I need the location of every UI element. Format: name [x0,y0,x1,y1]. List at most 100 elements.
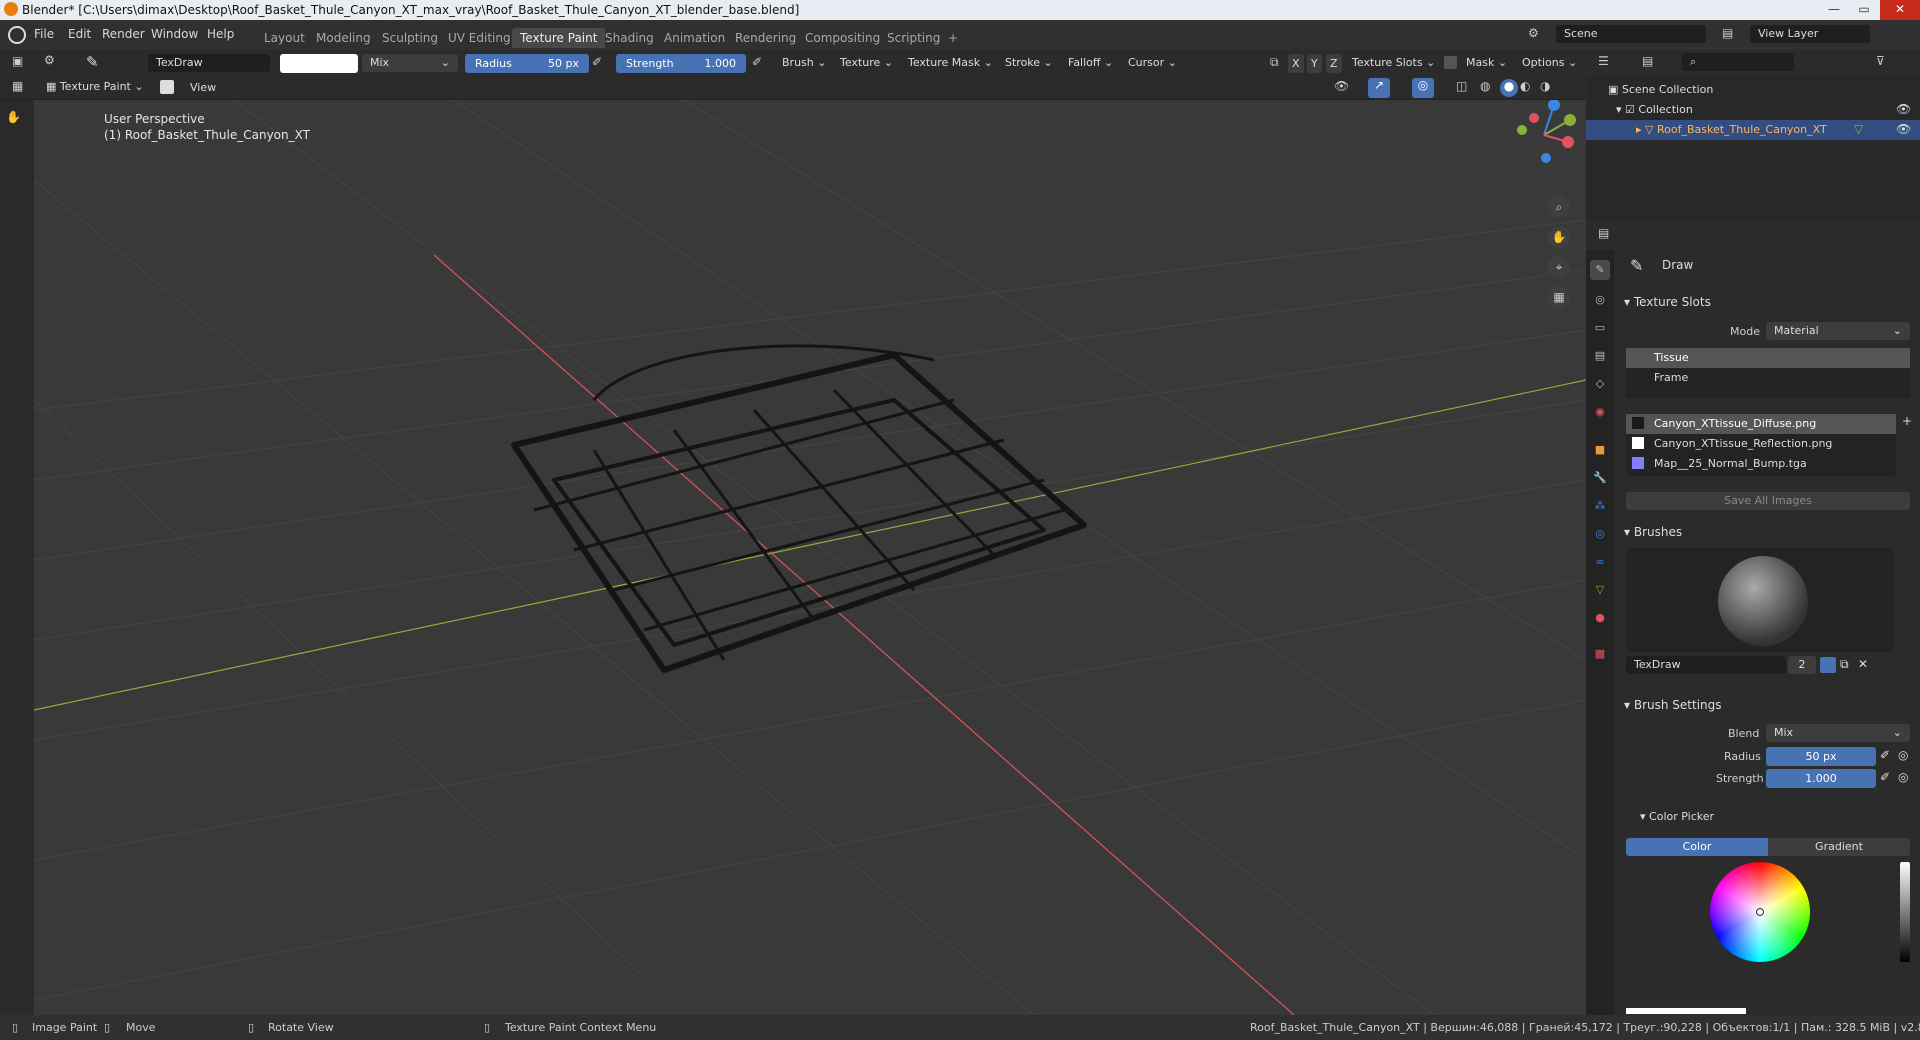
xray-icon[interactable]: ◫ [1456,79,1474,97]
mirror-x-toggle[interactable]: X [1288,54,1304,73]
tab-texture-icon[interactable]: ▩ [1590,644,1610,664]
tab-compositing[interactable]: Compositing [797,28,888,48]
radius-pressure-icon[interactable]: ✐ [1880,748,1890,762]
brush-users-count[interactable]: 2 [1788,656,1816,674]
pressure-strength-icon[interactable]: ✐ [752,55,768,72]
color-picker-panel-header[interactable]: ▾ Color Picker [1640,810,1714,823]
outliner-search-input[interactable]: ⌕ [1682,53,1794,71]
stroke-menu[interactable]: Stroke ⌄ [1005,56,1053,69]
blend-dropdown[interactable]: Mix ⌄ [1766,724,1910,742]
add-workspace-button[interactable]: + [940,28,966,48]
ortho-toggle-icon[interactable]: ▦ [1548,286,1570,308]
display-mode-icon[interactable]: ▤ [1642,54,1653,68]
gizmo-neg-y-dot[interactable] [1517,125,1527,135]
properties-editor-icon[interactable]: ▤ [1598,226,1609,240]
image-item[interactable]: Canyon_XTtissue_Diffuse.png [1626,414,1896,434]
falloff-menu[interactable]: Falloff ⌄ [1068,56,1113,69]
solid-shading-icon[interactable]: ● [1500,79,1518,97]
blend-mode-dropdown[interactable]: Mix ⌄ [362,54,458,72]
3d-viewport[interactable]: User Perspective (1) Roof_Basket_Thule_C… [34,100,1586,1015]
tab-animation[interactable]: Animation [656,28,733,48]
texture-menu[interactable]: Texture ⌄ [840,56,893,69]
texture-mask-menu[interactable]: Texture Mask ⌄ [908,56,993,69]
gizmo-x-dot[interactable] [1562,136,1574,148]
outliner-scene-collection[interactable]: ▣ Scene Collection [1586,80,1920,100]
brushes-panel-header[interactable]: ▾ Brushes [1624,525,1682,539]
radius-unit-icon[interactable]: ◎ [1898,748,1908,762]
tab-texture-paint[interactable]: Texture Paint [512,28,606,48]
brush-menu[interactable]: Brush ⌄ [782,56,826,69]
image-item[interactable]: Canyon_XTtissue_Reflection.png [1626,434,1896,454]
value-slider[interactable] [1900,862,1910,962]
menu-render[interactable]: Render [102,27,145,41]
tab-physics-icon[interactable]: ◎ [1590,524,1610,544]
save-all-images-button[interactable]: Save All Images [1626,492,1910,510]
tab-particles-icon[interactable]: ⁂ [1590,496,1610,516]
fake-user-icon[interactable] [1820,657,1836,673]
outliner-collection[interactable]: ▾ ☑ Collection [1586,100,1920,120]
tab-object-icon[interactable]: ■ [1590,440,1610,460]
tab-world-icon[interactable]: ◉ [1590,402,1610,422]
tab-output-icon[interactable]: ▭ [1590,318,1610,338]
menu-help[interactable]: Help [207,27,234,41]
gizmo-neg-z-dot[interactable] [1541,153,1551,163]
tab-data-icon[interactable]: ▽ [1590,580,1610,600]
close-button[interactable]: ✕ [1880,0,1920,20]
brush-color-swatch[interactable] [280,54,358,73]
brush-settings-panel-header[interactable]: ▾ Brush Settings [1624,698,1722,712]
gizmo-neg-x-dot[interactable] [1529,113,1539,123]
tab-modifiers-icon[interactable]: 🔧 [1590,468,1610,488]
visibility-icon[interactable]: 👁 [1334,79,1354,97]
pressure-radius-icon[interactable]: ✐ [592,55,608,72]
unlink-brush-icon[interactable]: ✕ [1858,657,1868,671]
brush-preview-box[interactable] [1626,548,1894,652]
filter-icon[interactable]: ⊽ [1876,54,1885,68]
brush-datablock-name[interactable]: TexDraw [1626,656,1786,674]
paint-mask-icon[interactable] [160,80,174,94]
tab-scene-icon[interactable]: ◇ [1590,374,1610,394]
material-item-tissue[interactable]: Tissue [1626,348,1910,368]
camera-view-icon[interactable]: ⌖ [1548,256,1570,278]
view-menu[interactable]: View [190,81,216,94]
zoom-icon[interactable]: ⌕ [1548,196,1570,218]
pan-view-icon[interactable]: ✋ [1548,226,1570,248]
mirror-z-toggle[interactable]: Z [1326,54,1342,73]
mirror-y-toggle[interactable]: Y [1307,54,1322,73]
navigation-gizmo[interactable] [1504,100,1584,170]
tab-uv-editing[interactable]: UV Editing [440,28,519,48]
outliner-editor-icon[interactable]: ☰ [1598,54,1609,68]
options-menu[interactable]: Options ⌄ [1522,56,1577,69]
tab-sculpting[interactable]: Sculpting [374,28,446,48]
strength-slider[interactable]: Strength 1.000 [616,54,746,73]
tab-tool-icon[interactable]: ✎ [1590,260,1610,280]
add-image-icon[interactable]: + [1902,414,1912,428]
tab-view-layer-icon[interactable]: ▤ [1590,346,1610,366]
image-item[interactable]: Map__25_Normal_Bump.tga [1626,454,1896,474]
menu-edit[interactable]: Edit [68,27,91,41]
tab-modeling[interactable]: Modeling [308,28,379,48]
mode-dropdown[interactable]: ▦ Texture Paint ⌄ [46,80,144,93]
gizmo-toggle-icon[interactable]: ↗ [1368,78,1390,98]
strength-pressure-icon[interactable]: ✐ [1880,770,1890,784]
gizmo-y-dot[interactable] [1564,114,1576,126]
duplicate-brush-icon[interactable]: ⧉ [1840,657,1849,672]
menu-file[interactable]: File [34,27,54,41]
material-item-frame[interactable]: Frame [1626,368,1910,388]
overlays-toggle-icon[interactable]: ◎ [1412,78,1434,98]
tab-layout[interactable]: Layout [256,28,313,48]
strength-unit-icon[interactable]: ◎ [1898,770,1908,784]
gizmo-z-dot[interactable] [1548,100,1560,111]
view-layer-selector[interactable]: View Layer [1750,25,1870,43]
texture-slots-menu[interactable]: Texture Slots ⌄ [1352,56,1435,69]
wireframe-shading-icon[interactable]: ◍ [1480,79,1498,97]
pan-icon[interactable]: ✋ [6,110,21,124]
symmetry-icon[interactable]: ⧉ [1270,55,1286,71]
radius-field[interactable]: 50 px [1766,747,1876,766]
tab-scripting[interactable]: Scripting [879,28,948,48]
scene-selector[interactable]: Scene [1556,25,1706,43]
tool-settings-icon[interactable]: ⚙ [44,53,66,73]
color-wheel-cursor[interactable] [1756,908,1764,916]
tab-rendering[interactable]: Rendering [727,28,804,48]
cursor-menu[interactable]: Cursor ⌄ [1128,56,1177,69]
outliner-object-row[interactable]: ▸ ▽ Roof_Basket_Thule_Canyon_XT [1586,120,1920,140]
